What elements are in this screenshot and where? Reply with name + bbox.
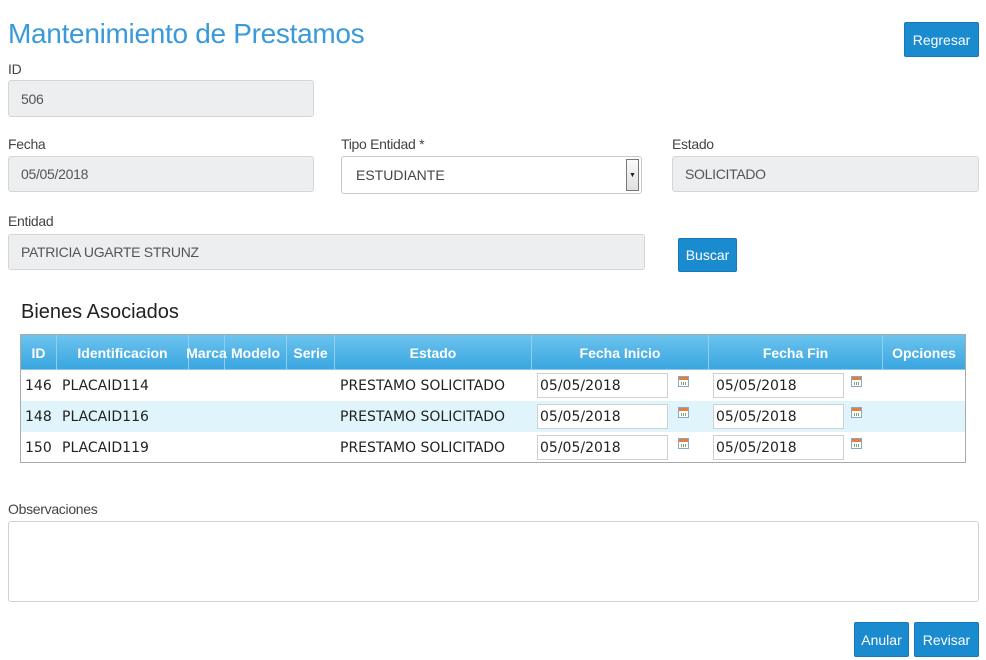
fecha-fin-input[interactable]: 05/05/2018 — [713, 373, 844, 398]
col-header-serie[interactable]: Serie — [287, 335, 335, 370]
table-row[interactable]: 150 PLACAID119 PRESTAMO SOLICITADO 05/05… — [21, 432, 965, 463]
chevron-down-icon[interactable]: ▼ — [626, 159, 639, 191]
fecha-inicio-input[interactable]: 05/05/2018 — [537, 435, 668, 460]
calendar-icon[interactable] — [851, 376, 862, 387]
fecha-label: Fecha — [8, 136, 46, 152]
table-header: ID Identificacion Marca Modelo Serie Est… — [21, 335, 965, 370]
row-identificacion: PLACAID114 — [62, 377, 149, 394]
fecha-field: 05/05/2018 — [8, 156, 314, 192]
table-row[interactable]: 148 PLACAID116 PRESTAMO SOLICITADO 05/05… — [21, 401, 965, 432]
col-header-fecha-fin[interactable]: Fecha Fin — [709, 335, 883, 370]
tipo-entidad-select[interactable]: ESTUDIANTE ▼ — [341, 156, 642, 194]
row-estado: PRESTAMO SOLICITADO — [340, 439, 506, 456]
calendar-icon[interactable] — [678, 438, 689, 449]
col-header-opciones[interactable]: Opciones — [883, 335, 965, 370]
row-identificacion: PLACAID119 — [62, 439, 149, 456]
col-header-modelo[interactable]: Modelo — [225, 335, 287, 370]
row-identificacion: PLACAID116 — [62, 408, 149, 425]
calendar-icon[interactable] — [678, 407, 689, 418]
fecha-fin-input[interactable]: 05/05/2018 — [713, 435, 844, 460]
estado-field: SOLICITADO — [672, 156, 979, 192]
calendar-icon[interactable] — [851, 438, 862, 449]
calendar-icon[interactable] — [678, 376, 689, 387]
row-estado: PRESTAMO SOLICITADO — [340, 408, 506, 425]
anular-button[interactable]: Anular — [854, 622, 909, 657]
row-id: 148 — [25, 408, 52, 425]
tipo-entidad-label: Tipo Entidad * — [341, 136, 425, 152]
estado-label: Estado — [672, 136, 714, 152]
page-title: Mantenimiento de Prestamos — [8, 18, 365, 49]
fecha-fin-input[interactable]: 05/05/2018 — [713, 404, 844, 429]
bienes-table: ID Identificacion Marca Modelo Serie Est… — [20, 334, 966, 463]
entidad-label: Entidad — [8, 213, 54, 229]
col-header-identificacion[interactable]: Identificacion — [57, 335, 189, 370]
tipo-entidad-value: ESTUDIANTE — [356, 167, 445, 183]
row-estado: PRESTAMO SOLICITADO — [340, 377, 506, 394]
regresar-button[interactable]: Regresar — [904, 22, 979, 57]
buscar-button[interactable]: Buscar — [678, 238, 737, 272]
row-id: 150 — [25, 439, 52, 456]
bienes-section-title: Bienes Asociados — [21, 301, 179, 323]
fecha-inicio-input[interactable]: 05/05/2018 — [537, 404, 668, 429]
col-header-marca[interactable]: Marca — [186, 335, 227, 370]
observaciones-textarea[interactable] — [8, 521, 979, 602]
col-header-estado[interactable]: Estado — [335, 335, 532, 370]
id-field: 506 — [8, 80, 314, 117]
col-header-fecha-inicio[interactable]: Fecha Inicio — [532, 335, 709, 370]
id-label: ID — [8, 61, 22, 77]
col-header-id[interactable]: ID — [21, 335, 57, 370]
table-row[interactable]: 146 PLACAID114 PRESTAMO SOLICITADO 05/05… — [21, 370, 965, 401]
fecha-inicio-input[interactable]: 05/05/2018 — [537, 373, 668, 398]
calendar-icon[interactable] — [851, 407, 862, 418]
observaciones-label: Observaciones — [8, 501, 98, 517]
row-id: 146 — [25, 377, 52, 394]
entidad-field: PATRICIA UGARTE STRUNZ — [8, 234, 645, 270]
revisar-button[interactable]: Revisar — [914, 622, 979, 657]
